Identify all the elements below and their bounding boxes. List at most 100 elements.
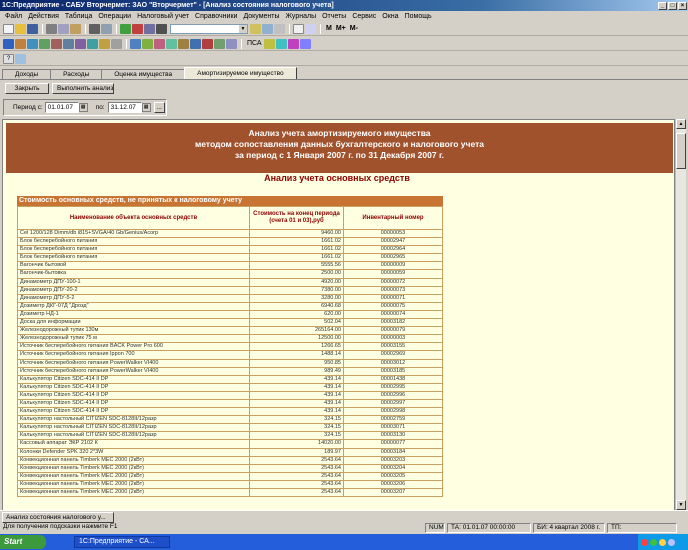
menu-help[interactable]: Помощь bbox=[402, 11, 435, 22]
close-report-button[interactable]: Закрыть bbox=[5, 83, 49, 94]
menu-tax-accounting[interactable]: Налоговый учет bbox=[134, 11, 192, 22]
table-row: Калькулятор Citizen SDC-414 II DP 439.14 0… bbox=[17, 383, 443, 392]
menu-documents[interactable]: Документы bbox=[240, 11, 282, 22]
scroll-down-icon[interactable]: ▼ bbox=[676, 500, 686, 510]
accounts-icon[interactable] bbox=[27, 38, 38, 49]
period-from-field[interactable]: 01.01.07 bbox=[44, 102, 79, 113]
help-icon[interactable] bbox=[274, 23, 285, 34]
search-combobox[interactable]: ▼ bbox=[170, 23, 248, 34]
binoculars-icon[interactable] bbox=[156, 23, 167, 34]
table-row: Колонки Defender SPK 320 2*3W 189.97 00003… bbox=[17, 448, 443, 457]
cell-cost: 3280.00 bbox=[250, 294, 344, 302]
cell-cost: 4920.00 bbox=[250, 278, 344, 286]
undo-icon[interactable] bbox=[120, 23, 131, 34]
replace-icon[interactable] bbox=[262, 23, 273, 34]
tray-volume-icon[interactable] bbox=[659, 538, 666, 546]
tray-network-icon[interactable] bbox=[650, 538, 657, 546]
report-icon[interactable] bbox=[99, 38, 110, 49]
bank-icon[interactable] bbox=[166, 38, 177, 49]
payment-icon[interactable] bbox=[154, 38, 165, 49]
chevron-down-icon[interactable]: ▼ bbox=[239, 24, 247, 33]
menu-operations[interactable]: Операции bbox=[95, 11, 134, 22]
menu-windows[interactable]: Окна bbox=[379, 11, 401, 22]
menu-actions[interactable]: Действия bbox=[25, 11, 62, 22]
question-icon[interactable]: ? bbox=[3, 53, 14, 64]
menu-file[interactable]: Файл bbox=[2, 11, 25, 22]
maximize-button[interactable]: □ bbox=[668, 1, 677, 10]
tax-icon[interactable] bbox=[263, 38, 275, 49]
assets-icon[interactable] bbox=[202, 38, 213, 49]
tab-property-valuation[interactable]: Оценка имущества bbox=[101, 69, 186, 79]
cash-icon[interactable] bbox=[178, 38, 189, 49]
operations-icon[interactable] bbox=[15, 38, 26, 49]
taskbar-item-1c[interactable]: 1С:Предприятие - СА... bbox=[74, 536, 170, 548]
new-document-icon[interactable] bbox=[3, 23, 14, 34]
print-icon[interactable] bbox=[89, 23, 100, 34]
table-row: Динамометр ДПУ-5-2 3280.00 00000071 bbox=[17, 294, 443, 303]
chess-icon[interactable] bbox=[87, 38, 98, 49]
vertical-scrollbar[interactable]: ▲ ▼ bbox=[675, 119, 686, 511]
period-select-button[interactable]: ... bbox=[153, 102, 165, 113]
warehouse-icon[interactable] bbox=[190, 38, 201, 49]
calendar-from-icon[interactable]: ▦ bbox=[78, 103, 88, 112]
find-next-icon[interactable] bbox=[250, 23, 261, 34]
card-icon[interactable] bbox=[63, 38, 74, 49]
report-sheet[interactable]: Анализ учета амортизируемого имущества м… bbox=[2, 119, 675, 511]
cell-cost: 7380.00 bbox=[250, 286, 344, 294]
tray-antivirus-icon[interactable] bbox=[641, 538, 648, 546]
cell-inventory-number: 00000079 bbox=[380, 327, 406, 334]
calendar-to-icon[interactable]: ▦ bbox=[141, 103, 151, 112]
vat-icon[interactable] bbox=[275, 38, 287, 49]
tray-language-icon[interactable] bbox=[668, 538, 675, 546]
save-icon[interactable] bbox=[27, 23, 38, 34]
cell-inventory-number: 00003130 bbox=[380, 432, 406, 439]
turnover-icon[interactable] bbox=[51, 38, 62, 49]
tab-depreciable-property[interactable]: Амортизируемое имущество bbox=[184, 67, 297, 79]
scroll-thumb[interactable] bbox=[676, 133, 686, 169]
memory-button[interactable]: M bbox=[324, 25, 334, 32]
calendar-icon[interactable] bbox=[305, 23, 316, 34]
cell-inventory-number: 00003012 bbox=[380, 359, 406, 366]
tab-income[interactable]: Доходы bbox=[2, 69, 52, 79]
menu-service[interactable]: Сервис bbox=[349, 11, 379, 22]
paste-icon[interactable] bbox=[70, 23, 81, 34]
menu-journals[interactable]: Журналы bbox=[283, 11, 320, 22]
info-icon[interactable] bbox=[15, 53, 26, 64]
column-header-name: Наименование объекта основных средств bbox=[18, 207, 250, 229]
minimize-button[interactable]: _ bbox=[658, 1, 667, 10]
start-button[interactable]: Start bbox=[0, 535, 46, 549]
menu-directories[interactable]: Справочники bbox=[192, 11, 240, 22]
salary-icon[interactable] bbox=[226, 38, 237, 49]
document-icon[interactable] bbox=[130, 38, 141, 49]
register-icon[interactable] bbox=[299, 38, 311, 49]
cell-cost: 950.85 bbox=[250, 359, 344, 367]
run-analysis-button[interactable]: Выполнить анализ bbox=[52, 83, 114, 94]
menu-reports[interactable]: Отчеты bbox=[319, 11, 349, 22]
tab-expenses[interactable]: Расходы bbox=[50, 69, 103, 79]
redo-icon[interactable] bbox=[132, 23, 143, 34]
open-folder-icon[interactable] bbox=[15, 23, 26, 34]
print-preview-icon[interactable] bbox=[101, 23, 112, 34]
balance-icon[interactable] bbox=[39, 38, 50, 49]
memory-plus-button[interactable]: M+ bbox=[334, 25, 348, 32]
journal-icon[interactable] bbox=[3, 38, 14, 49]
settings-icon[interactable] bbox=[111, 38, 122, 49]
cell-inventory-number: 00002998 bbox=[380, 408, 406, 415]
calculator-icon[interactable] bbox=[293, 23, 304, 34]
cut-icon[interactable] bbox=[46, 23, 57, 34]
declaration-icon[interactable] bbox=[287, 38, 299, 49]
menu-table[interactable]: Таблица bbox=[62, 11, 95, 22]
window-bar: Анализ состояния налогового у... bbox=[0, 510, 688, 523]
invoice-icon[interactable] bbox=[142, 38, 153, 49]
period-to-field[interactable]: 31.12.07 bbox=[107, 102, 142, 113]
close-button[interactable]: × bbox=[678, 1, 687, 10]
memory-minus-button[interactable]: M- bbox=[348, 25, 360, 32]
cell-inventory-number: 00000072 bbox=[380, 278, 406, 285]
materials-icon[interactable] bbox=[214, 38, 225, 49]
scroll-up-icon[interactable]: ▲ bbox=[676, 119, 686, 129]
table-row: Дозиметр ДКГ-07Д "Дрозд" 6940.68 00000075 bbox=[17, 302, 443, 311]
copy-icon[interactable] bbox=[58, 23, 69, 34]
analysis-icon[interactable] bbox=[75, 38, 86, 49]
find-icon[interactable] bbox=[144, 23, 155, 34]
pca-button[interactable]: ПСА bbox=[245, 40, 264, 47]
